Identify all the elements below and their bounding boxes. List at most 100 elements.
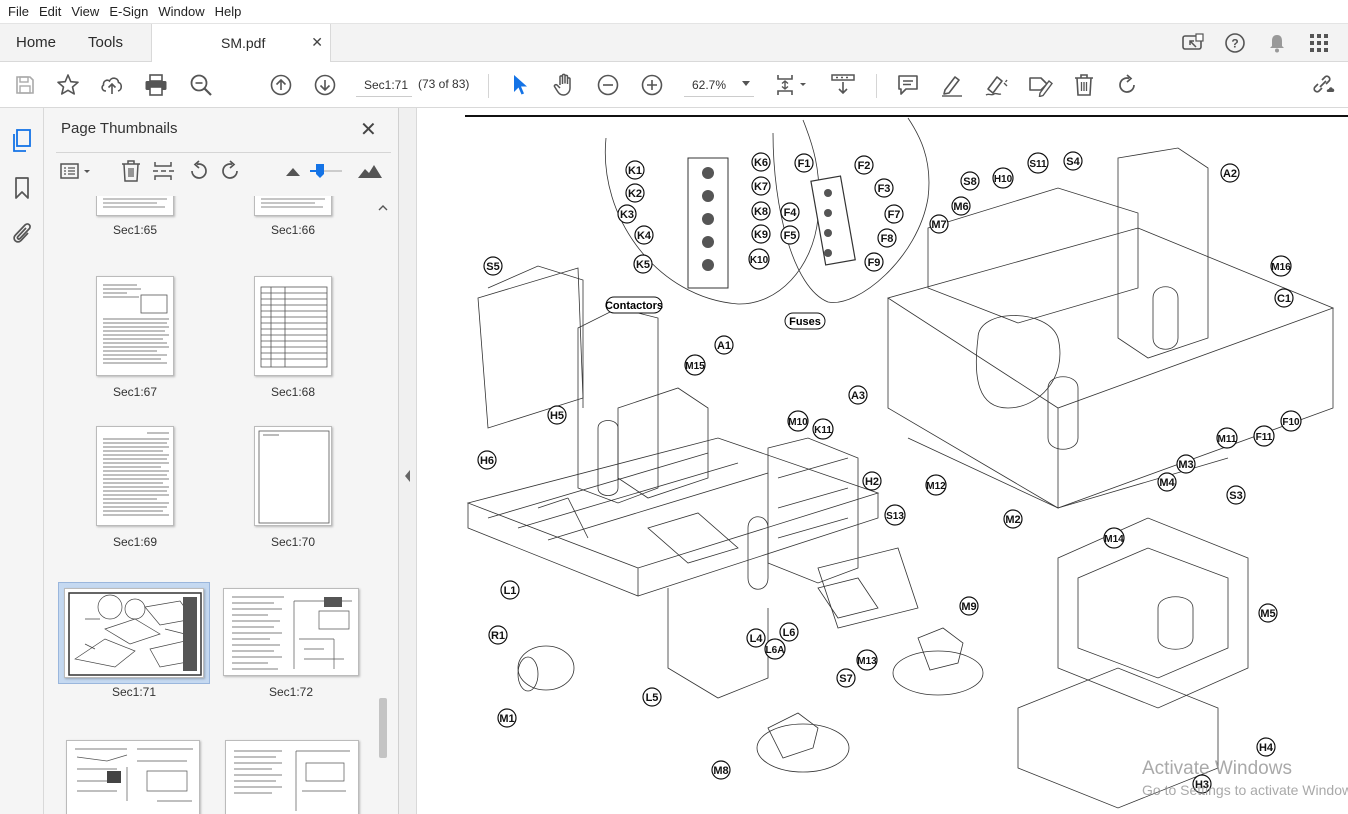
previous-page-icon[interactable]: [268, 72, 294, 98]
thumbnail-page[interactable]: [96, 426, 174, 526]
thumbnail-page[interactable]: [254, 426, 332, 526]
svg-text:S3: S3: [1229, 490, 1242, 502]
callout-k6: K6: [751, 152, 771, 172]
callout-m9: M9: [959, 596, 979, 616]
callout-f8: F8: [877, 228, 897, 248]
large-thumbnail-icon[interactable]: [356, 159, 384, 183]
page-number-input[interactable]: Sec1:71: [356, 73, 412, 97]
callout-m16: M16: [1270, 255, 1292, 277]
thumbnail-page[interactable]: [254, 196, 332, 216]
extract-pages-icon[interactable]: [152, 159, 176, 183]
close-tab-icon[interactable]: ✕: [311, 34, 323, 51]
hand-pan-icon[interactable]: [551, 72, 577, 98]
callout-f5: F5: [780, 225, 800, 245]
zoom-in-icon[interactable]: [639, 72, 665, 98]
callout-l4: L4: [746, 628, 766, 648]
svg-text:S4: S4: [1066, 156, 1080, 168]
redo-icon[interactable]: [1115, 72, 1141, 98]
share-screen-icon[interactable]: [1180, 30, 1206, 56]
tab-document[interactable]: SM.pdf ✕: [151, 24, 331, 62]
notification-bell-icon[interactable]: [1264, 30, 1290, 56]
callout-f3: F3: [874, 178, 894, 198]
tab-tools[interactable]: Tools: [88, 34, 123, 51]
menu-view[interactable]: View: [67, 4, 103, 19]
zoom-out-icon[interactable]: [595, 72, 621, 98]
svg-text:S7: S7: [839, 673, 852, 685]
svg-text:M15: M15: [685, 361, 705, 372]
svg-text:M3: M3: [1178, 459, 1193, 471]
main-toolbar: Sec1:71 (73 of 83) 62.7%: [0, 62, 1348, 108]
thumbnail-page[interactable]: [223, 588, 359, 676]
thumbnail-page[interactable]: [225, 740, 359, 814]
star-bookmark-icon[interactable]: [55, 72, 81, 98]
svg-text:A3: A3: [851, 390, 865, 402]
menu-esign[interactable]: E-Sign: [105, 4, 152, 19]
fuses-label: Fuses: [784, 312, 826, 330]
options-menu-icon[interactable]: [60, 159, 94, 183]
thumbnail-label: Sec1:71: [111, 685, 157, 699]
rotate-left-icon[interactable]: [186, 159, 210, 183]
tab-home[interactable]: Home: [16, 34, 56, 51]
thumbnail-page[interactable]: [66, 740, 200, 814]
callout-m13: M13: [856, 649, 878, 671]
help-icon[interactable]: ?: [1222, 30, 1248, 56]
highlight-pen-icon[interactable]: [939, 72, 965, 98]
stamp-icon[interactable]: [1027, 72, 1053, 98]
next-page-icon[interactable]: [312, 72, 338, 98]
draw-pen-icon[interactable]: [983, 72, 1009, 98]
thumbnail-page[interactable]: [96, 196, 174, 216]
callout-s13: S13: [884, 504, 906, 526]
thumbnail-label: Sec1:69: [112, 535, 158, 549]
select-cursor-icon[interactable]: [507, 72, 533, 98]
svg-text:K1: K1: [628, 165, 642, 177]
svg-text:L1: L1: [504, 585, 517, 597]
svg-text:M10: M10: [788, 417, 808, 428]
callout-s3: S3: [1226, 485, 1246, 505]
panel-collapse-bar[interactable]: [399, 108, 417, 814]
chevron-down-icon: [742, 81, 750, 86]
menu-window[interactable]: Window: [154, 4, 208, 19]
upload-cloud-icon[interactable]: [99, 72, 125, 98]
callout-h5: H5: [547, 405, 567, 425]
svg-text:?: ?: [1231, 37, 1238, 51]
rotate-right-icon[interactable]: [219, 159, 243, 183]
share-link-icon[interactable]: [1311, 72, 1337, 98]
panel-title: Page Thumbnails: [61, 120, 178, 137]
page-fit-icon[interactable]: [774, 72, 810, 98]
thumbnail-page[interactable]: [96, 276, 174, 376]
svg-text:K6: K6: [754, 157, 768, 169]
delete-page-icon[interactable]: [119, 159, 143, 183]
svg-text:M16: M16: [1271, 262, 1291, 273]
thumbnail-size-slider[interactable]: [306, 159, 346, 183]
callout-m3: M3: [1176, 454, 1196, 474]
zoom-search-icon[interactable]: [188, 72, 214, 98]
svg-text:M8: M8: [713, 765, 728, 777]
menu-help[interactable]: Help: [211, 4, 246, 19]
close-panel-icon[interactable]: ✕: [360, 117, 377, 142]
page-thumbnails-icon[interactable]: [9, 128, 35, 154]
callout-m6: M6: [951, 196, 971, 216]
thumbnail-page[interactable]: [254, 276, 332, 376]
small-thumbnail-icon[interactable]: [281, 159, 305, 183]
save-icon[interactable]: [12, 72, 38, 98]
scroll-mode-icon[interactable]: [830, 72, 856, 98]
svg-text:S5: S5: [486, 261, 499, 273]
svg-text:M13: M13: [857, 656, 877, 667]
scrollbar-thumb[interactable]: [379, 698, 387, 758]
document-view[interactable]: K1 K2 K3 K4 K5 K6 K7 K8 K9 K10 F1 F2 F3 F4 F5 F7 F8 F9 F10…: [418, 108, 1348, 814]
thumbnail-scrollbar[interactable]: [376, 200, 390, 810]
bookmark-icon[interactable]: [9, 175, 35, 201]
thumbnail-page-current[interactable]: [64, 588, 204, 678]
attachment-paperclip-icon[interactable]: [9, 220, 35, 246]
menu-file[interactable]: File: [4, 4, 33, 19]
callout-s8: S8: [960, 171, 980, 191]
print-icon[interactable]: [143, 72, 169, 98]
zoom-dropdown[interactable]: 62.7%: [684, 73, 754, 97]
svg-text:F5: F5: [784, 230, 797, 242]
comment-icon[interactable]: [895, 72, 921, 98]
thumbnail-label: Sec1:67: [112, 385, 158, 399]
menu-edit[interactable]: Edit: [35, 4, 65, 19]
apps-grid-icon[interactable]: [1306, 30, 1332, 56]
svg-text:F7: F7: [888, 209, 901, 221]
delete-trash-icon[interactable]: [1071, 72, 1097, 98]
